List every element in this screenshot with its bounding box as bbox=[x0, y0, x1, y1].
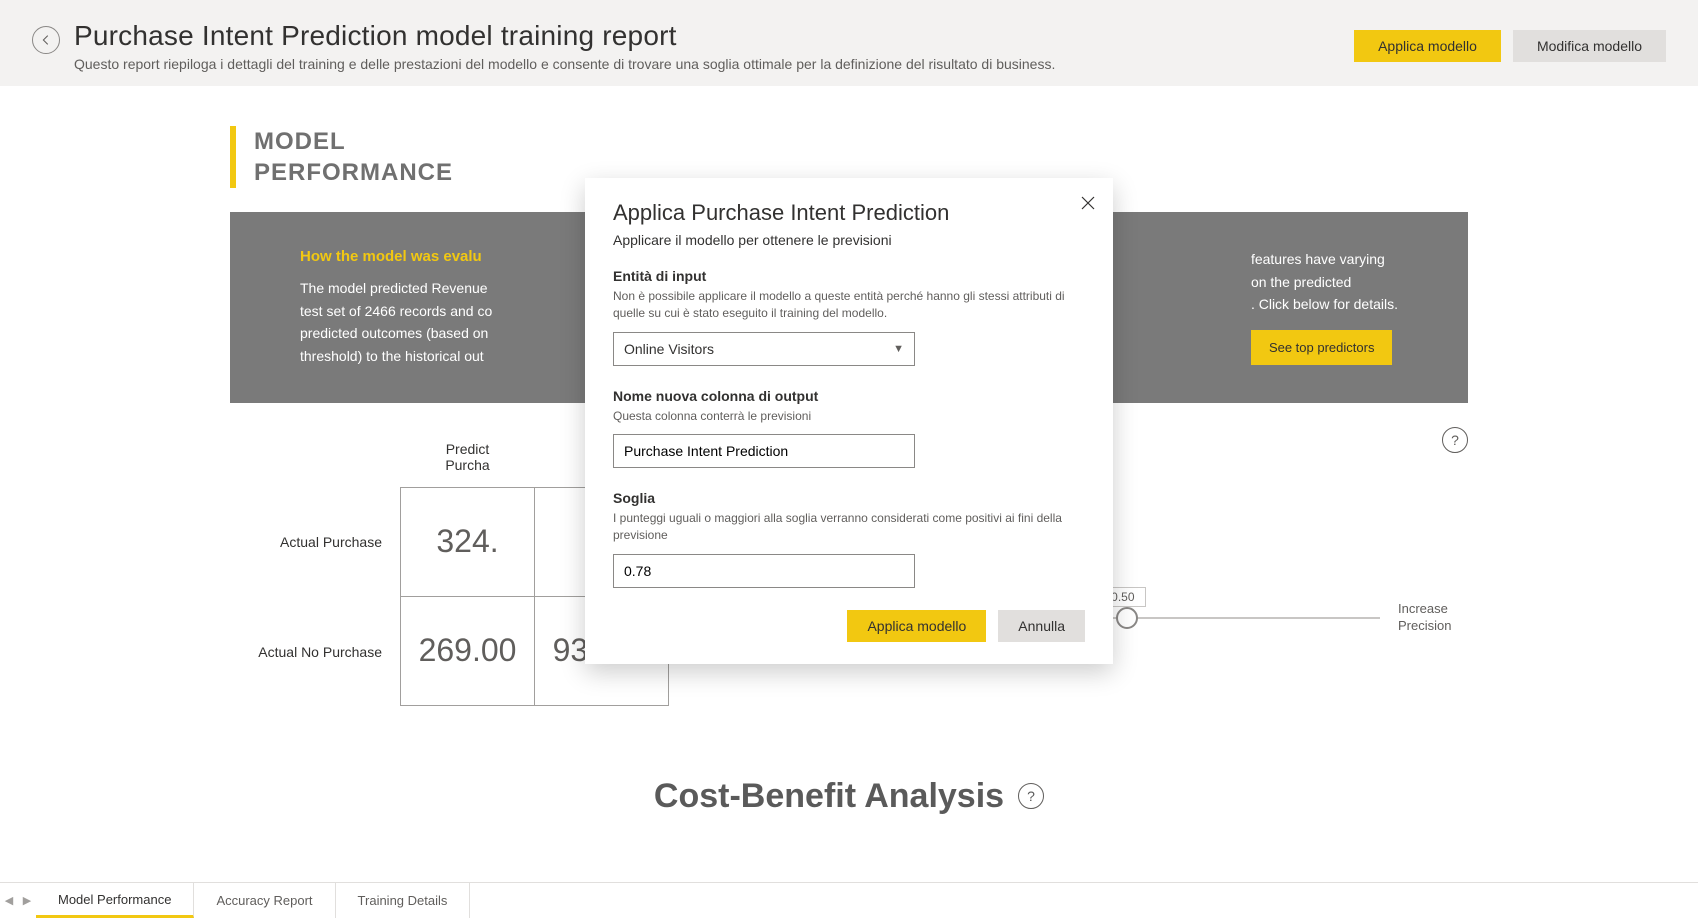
output-desc: Questa colonna conterrà le previsioni bbox=[613, 408, 1085, 425]
modal-title: Applica Purchase Intent Prediction bbox=[613, 200, 1085, 226]
output-column-input[interactable] bbox=[613, 434, 915, 468]
modal-apply-button[interactable]: Applica modello bbox=[847, 610, 986, 642]
modal-cancel-button[interactable]: Annulla bbox=[998, 610, 1085, 642]
modal-overlay: Applica Purchase Intent Prediction Appli… bbox=[0, 0, 1698, 918]
entity-label: Entità di input bbox=[613, 268, 1085, 284]
chevron-down-icon: ▼ bbox=[893, 343, 904, 355]
threshold-desc: I punteggi uguali o maggiori alla soglia… bbox=[613, 510, 1085, 544]
threshold-input[interactable] bbox=[613, 554, 915, 588]
apply-model-dialog: Applica Purchase Intent Prediction Appli… bbox=[585, 178, 1113, 664]
entity-select[interactable]: Online Visitors ▼ bbox=[613, 332, 915, 366]
entity-desc: Non è possibile applicare il modello a q… bbox=[613, 288, 1085, 322]
entity-value: Online Visitors bbox=[624, 341, 714, 357]
output-label: Nome nuova colonna di output bbox=[613, 388, 1085, 404]
modal-subtitle: Applicare il modello per ottenere le pre… bbox=[613, 232, 1085, 248]
close-icon[interactable] bbox=[1081, 196, 1095, 213]
threshold-label: Soglia bbox=[613, 490, 1085, 506]
